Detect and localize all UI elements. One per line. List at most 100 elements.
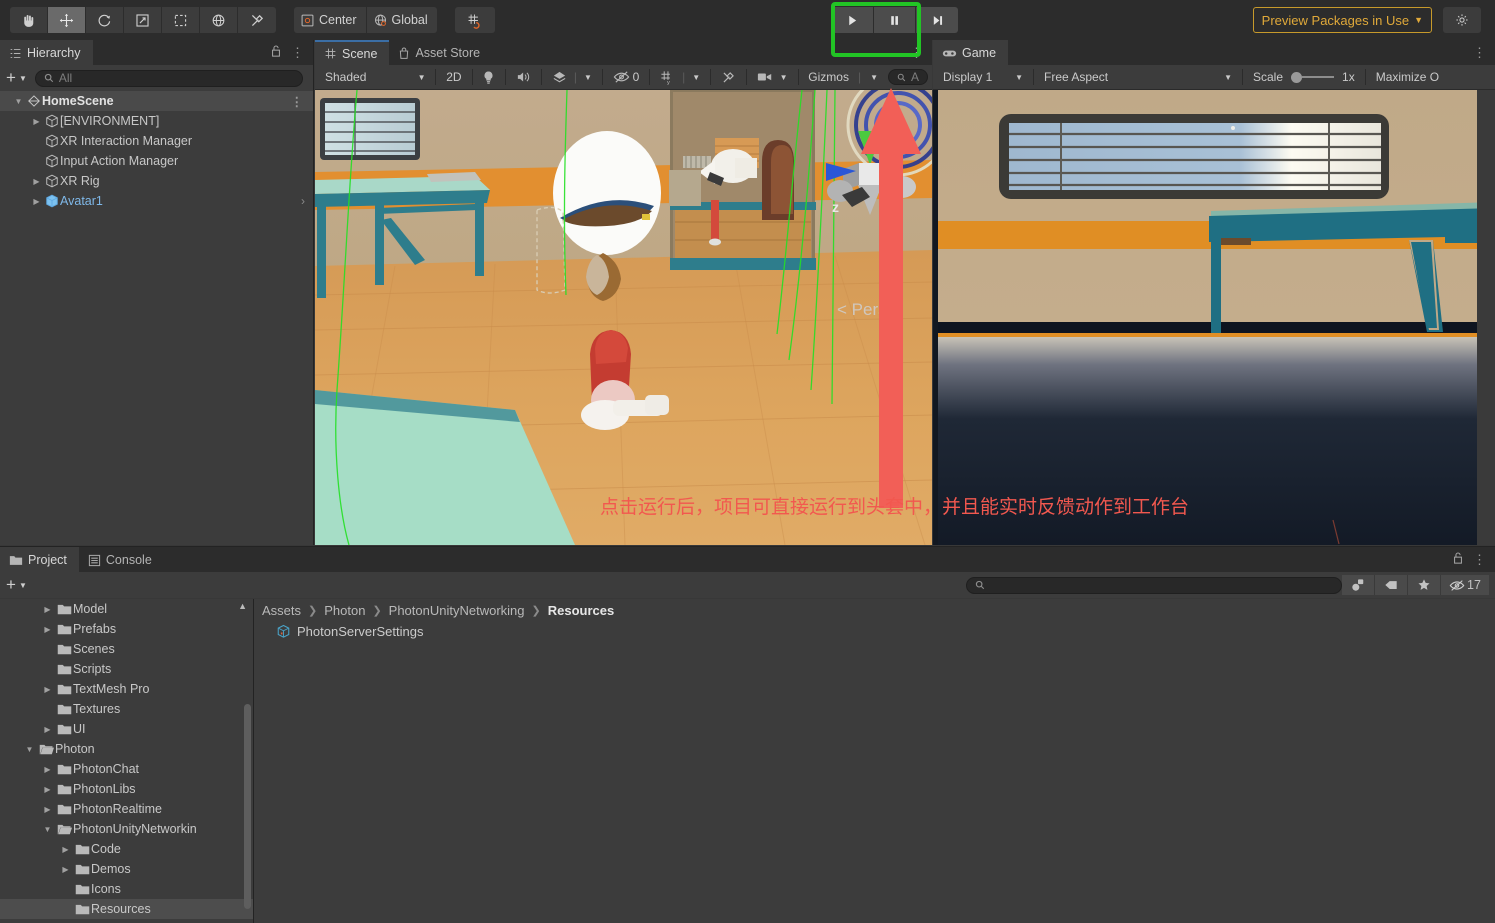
tab-console[interactable]: Console — [78, 547, 164, 572]
kebab-menu-icon[interactable]: ⋮ — [910, 46, 923, 59]
project-folder-resources[interactable]: Resources — [0, 899, 253, 919]
project-folder-scenes[interactable]: Scenes — [0, 639, 253, 659]
handle-space-button[interactable]: Global — [366, 7, 437, 33]
rotate-tool-button[interactable] — [86, 7, 124, 33]
project-folder-photon[interactable]: ▼ Photon — [0, 739, 253, 759]
expand-arrow-icon[interactable]: ▼ — [22, 745, 37, 754]
aspect-dropdown[interactable]: Free Aspect ▼ — [1038, 68, 1238, 87]
tab-scene[interactable]: Scene — [315, 40, 390, 65]
filter-by-type-icon[interactable] — [1342, 575, 1375, 595]
breadcrumb-item[interactable]: Photon — [324, 603, 365, 618]
project-folder-icons[interactable]: Icons — [0, 879, 253, 899]
expand-arrow-icon[interactable]: ▶ — [40, 685, 55, 694]
project-folder-utilityscripts[interactable]: ▶UtilityScripts — [0, 919, 253, 923]
hierarchy-row-homescene[interactable]: ▼ HomeScene ⋮ — [0, 91, 313, 111]
kebab-menu-icon[interactable]: ⋮ — [291, 94, 304, 109]
hierarchy-row-xr-interaction-manager[interactable]: XR Interaction Manager — [0, 131, 313, 151]
favorites-star-icon[interactable] — [1408, 575, 1441, 595]
play-button[interactable] — [832, 7, 874, 33]
pivot-mode-button[interactable]: Center — [294, 7, 367, 33]
scene-component-tools-button[interactable] — [715, 68, 742, 87]
project-folder-textmesh-pro[interactable]: ▶ TextMesh Pro — [0, 679, 253, 699]
expand-arrow-icon[interactable]: ▶ — [40, 625, 55, 634]
project-folder-tree[interactable]: ▶ Model ▶ Prefabs Scenes Scripts ▶ TextMesh Pro… — [0, 599, 254, 923]
project-folder-code[interactable]: ▶ Code — [0, 839, 253, 859]
custom-tool-button[interactable] — [238, 7, 276, 33]
editor-settings-button[interactable] — [1443, 7, 1481, 33]
scene-visibility-toggle[interactable]: 0 — [607, 68, 646, 87]
grid-snap-button[interactable] — [454, 7, 495, 33]
lock-icon[interactable] — [270, 44, 282, 61]
kebab-menu-icon[interactable]: ⋮ — [1473, 553, 1486, 566]
tab-hierarchy[interactable]: Hierarchy — [0, 40, 93, 65]
expand-arrow-icon[interactable]: ▶ — [40, 725, 55, 734]
maximize-on-play-toggle[interactable]: Maximize O — [1370, 68, 1445, 87]
chevron-right-icon[interactable]: › — [301, 194, 305, 208]
expand-arrow-icon[interactable]: ▶ — [30, 177, 43, 186]
scene-search-input[interactable]: A — [888, 69, 928, 85]
breadcrumb-item[interactable]: Assets — [262, 603, 301, 618]
expand-arrow-icon[interactable]: ▶ — [40, 765, 55, 774]
hierarchy-tree[interactable]: ▼ HomeScene ⋮ ▶ [ENVIRONMENT] XR Interacti… — [0, 91, 313, 545]
expand-arrow-icon[interactable]: ▶ — [40, 605, 55, 614]
scale-slider[interactable]: Scale 1x — [1247, 68, 1361, 87]
hierarchy-row-input-action-manager[interactable]: Input Action Manager — [0, 151, 313, 171]
project-folder-demos[interactable]: ▶ Demos — [0, 859, 253, 879]
scene-audio-toggle[interactable] — [510, 68, 537, 87]
project-folder-photonchat[interactable]: ▶ PhotonChat — [0, 759, 253, 779]
scene-fx-dropdown[interactable]: | ▼ — [546, 68, 598, 87]
step-button[interactable] — [916, 7, 958, 33]
expand-arrow-icon[interactable]: ▶ — [40, 805, 55, 814]
hand-tool-button[interactable] — [10, 7, 48, 33]
hierarchy-search-input[interactable]: All — [34, 69, 303, 87]
breadcrumb-item[interactable]: Resources — [548, 603, 614, 618]
pause-button[interactable] — [874, 7, 916, 33]
expand-arrow-icon[interactable]: ▶ — [30, 197, 43, 206]
project-folder-textures[interactable]: Textures — [0, 699, 253, 719]
game-viewport[interactable] — [933, 90, 1495, 545]
kebab-menu-icon[interactable]: ⋮ — [291, 46, 304, 59]
2d-toggle-button[interactable]: 2D — [440, 68, 467, 87]
filter-by-label-icon[interactable] — [1375, 575, 1408, 595]
scale-slider-track[interactable] — [1291, 71, 1335, 83]
tab-asset-store[interactable]: Asset Store — [389, 40, 493, 65]
hidden-assets-count-button[interactable]: 17 — [1441, 575, 1489, 595]
lock-icon[interactable] — [1452, 551, 1464, 568]
project-folder-scripts[interactable]: Scripts — [0, 659, 253, 679]
create-asset-button[interactable]: + ▼ — [6, 576, 27, 593]
project-folder-photonlibs[interactable]: ▶ PhotonLibs — [0, 779, 253, 799]
expand-arrow-icon[interactable]: ▶ — [40, 785, 55, 794]
scene-viewport[interactable]: z < Pers — [315, 90, 932, 545]
scale-tool-button[interactable] — [124, 7, 162, 33]
display-dropdown[interactable]: Display 1 ▼ — [937, 68, 1029, 87]
project-folder-photonunitynetworkin[interactable]: ▼ PhotonUnityNetworkin — [0, 819, 253, 839]
tab-project[interactable]: Project — [0, 547, 79, 572]
breadcrumb[interactable]: Assets ❯ Photon ❯ PhotonUnityNetworking ❯ Reso… — [254, 599, 1495, 621]
create-gameobject-button[interactable]: + ▼ — [6, 69, 27, 86]
scene-camera-dropdown[interactable]: ▼ — [751, 68, 794, 87]
shading-mode-dropdown[interactable]: Shaded ▼ — [319, 68, 431, 87]
project-asset-list[interactable]: Assets ❯ Photon ❯ PhotonUnityNetworking ❯ Reso… — [254, 599, 1495, 923]
gizmos-dropdown[interactable]: Gizmos | ▼ — [802, 68, 884, 87]
tab-game[interactable]: Game — [933, 40, 1009, 65]
expand-arrow-icon[interactable]: ▶ — [30, 117, 43, 126]
expand-arrow-icon[interactable]: ▼ — [12, 97, 25, 106]
kebab-menu-icon[interactable]: ⋮ — [1473, 46, 1486, 59]
scene-grid-dropdown[interactable]: y | ▼ — [654, 68, 706, 87]
asset-rows[interactable]: PhotonServerSettings — [254, 621, 1495, 641]
preview-packages-dropdown[interactable]: Preview Packages in Use ▼ — [1252, 7, 1432, 33]
scene-lighting-toggle[interactable] — [476, 68, 501, 87]
expand-arrow-icon[interactable]: ▼ — [40, 825, 55, 834]
asset-row[interactable]: PhotonServerSettings — [254, 621, 1495, 641]
hierarchy-row-xr-rig[interactable]: ▶ XR Rig — [0, 171, 313, 191]
hierarchy-row-avatar1[interactable]: ▶ Avatar1 › — [0, 191, 313, 211]
project-folder-model[interactable]: ▶ Model — [0, 599, 253, 619]
transform-tool-button[interactable] — [200, 7, 238, 33]
project-folder-prefabs[interactable]: ▶ Prefabs — [0, 619, 253, 639]
project-search-input[interactable] — [966, 576, 1342, 594]
expand-arrow-icon[interactable]: ▶ — [58, 865, 73, 874]
hierarchy-row-environment[interactable]: ▶ [ENVIRONMENT] — [0, 111, 313, 131]
breadcrumb-item[interactable]: PhotonUnityNetworking — [389, 603, 525, 618]
project-folder-ui[interactable]: ▶ UI — [0, 719, 253, 739]
rect-tool-button[interactable] — [162, 7, 200, 33]
